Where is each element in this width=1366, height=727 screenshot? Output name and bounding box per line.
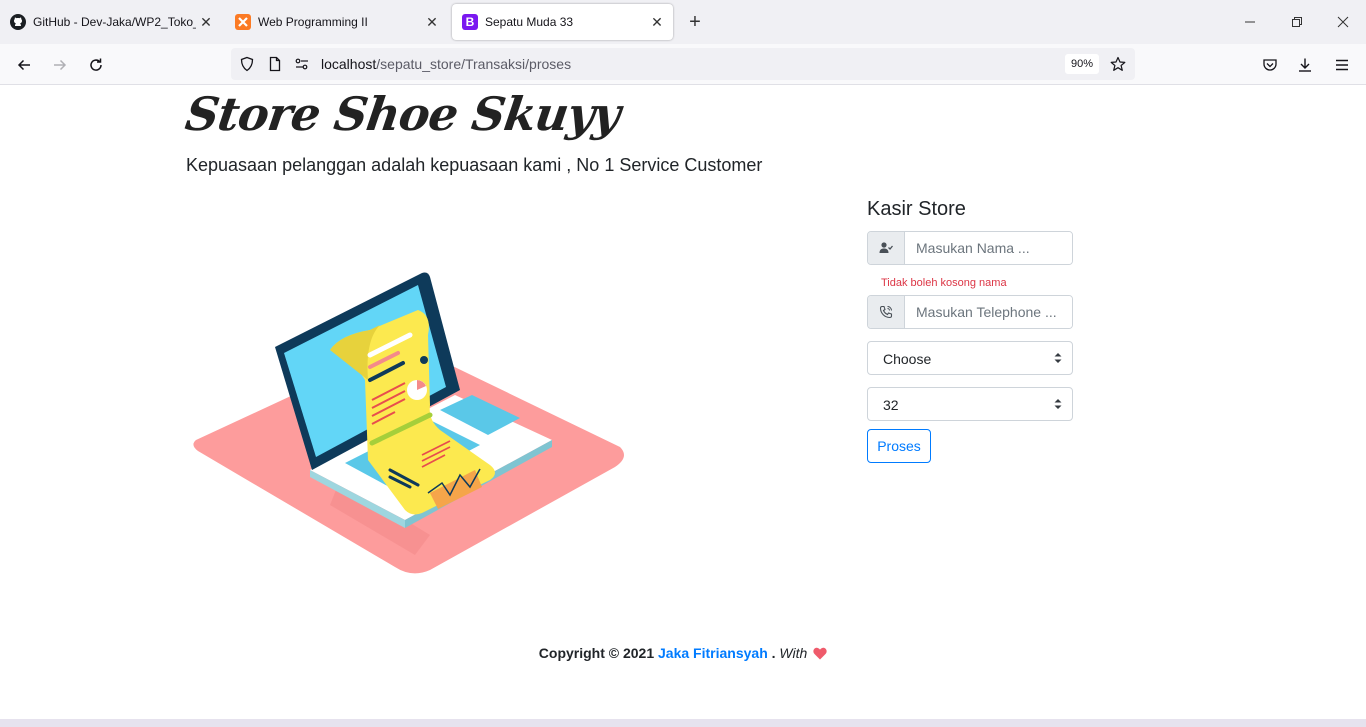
with-text: With — [779, 645, 808, 661]
name-input-group — [867, 231, 1073, 265]
github-icon — [10, 14, 26, 30]
user-check-icon — [868, 232, 905, 264]
proses-button[interactable]: Proses — [867, 429, 931, 463]
page-icon[interactable] — [267, 56, 283, 72]
tab-github[interactable]: GitHub - Dev-Jaka/WP2_Toko_s ✕ — [0, 4, 222, 40]
tab-title: GitHub - Dev-Jaka/WP2_Toko_s — [33, 15, 196, 29]
xampp-icon — [235, 14, 251, 30]
heart-icon — [813, 647, 827, 660]
footer-dot: . — [771, 645, 776, 661]
url-host: localhost — [321, 56, 377, 72]
phone-icon — [868, 296, 905, 328]
download-icon[interactable] — [1293, 53, 1317, 77]
tab-title: Web Programming II — [258, 15, 368, 29]
browser-nav-bar: localhost/sepatu_store/Transaksi/proses … — [0, 44, 1366, 85]
page-content: Store Shoe Skuyy Kepuasaan pelanggan ada… — [0, 85, 1366, 727]
select-caret-icon — [1054, 399, 1062, 409]
back-icon[interactable] — [12, 53, 36, 77]
forward-icon[interactable] — [48, 53, 72, 77]
close-tab-icon[interactable]: ✕ — [196, 12, 216, 32]
minimize-icon[interactable] — [1240, 12, 1260, 32]
size-select[interactable]: 32 — [867, 387, 1073, 421]
tagline: Kepuasaan pelanggan adalah kepuasaan kam… — [186, 155, 763, 175]
permissions-icon[interactable] — [294, 56, 310, 72]
zoom-level[interactable]: 90% — [1065, 54, 1100, 74]
kasir-form: Kasir Store Tidak boleh kosong nama Choo… — [867, 198, 1073, 463]
phone-input[interactable] — [905, 296, 1072, 328]
bottom-strip — [0, 719, 1366, 727]
reload-icon[interactable] — [84, 53, 108, 77]
pocket-icon[interactable] — [1258, 53, 1282, 77]
restore-icon[interactable] — [1287, 12, 1307, 32]
bootstrap-icon: B — [462, 14, 478, 30]
close-window-icon[interactable] — [1333, 12, 1353, 32]
tab-web-programming[interactable]: Web Programming II ✕ — [225, 4, 448, 40]
menu-icon[interactable] — [1330, 53, 1354, 77]
shoe-select[interactable]: Choose — [867, 341, 1073, 375]
shoe-select-value: Choose — [883, 351, 932, 367]
close-tab-icon[interactable]: ✕ — [422, 12, 442, 32]
bookmark-star-icon[interactable] — [1110, 56, 1126, 72]
tab-title: Sepatu Muda 33 — [485, 15, 574, 29]
close-tab-icon[interactable]: ✕ — [647, 12, 667, 32]
size-select-value: 32 — [883, 397, 899, 413]
name-error-message: Tidak boleh kosong nama — [881, 277, 1007, 289]
url-bar[interactable]: localhost/sepatu_store/Transaksi/proses … — [231, 48, 1135, 80]
shield-icon[interactable] — [239, 56, 255, 72]
form-title: Kasir Store — [867, 198, 966, 220]
brand-title: Store Shoe Skuyy — [182, 87, 624, 141]
tab-sepatu-muda[interactable]: B Sepatu Muda 33 ✕ — [452, 4, 673, 40]
browser-tab-bar: GitHub - Dev-Jaka/WP2_Toko_s ✕ Web Progr… — [0, 0, 1366, 44]
laptop-receipt-illustration — [193, 272, 624, 574]
footer: Copyright © 2021 Jaka Fitriansyah . With — [0, 645, 1366, 661]
phone-input-group — [867, 295, 1073, 329]
url-text[interactable]: localhost/sepatu_store/Transaksi/proses — [321, 56, 571, 72]
copyright-text: Copyright © 2021 — [538, 645, 655, 661]
url-path: /sepatu_store/Transaksi/proses — [376, 56, 572, 72]
author-link[interactable]: Jaka Fitriansyah — [658, 645, 768, 661]
new-tab-icon[interactable]: + — [683, 11, 707, 35]
name-input[interactable] — [905, 232, 1072, 264]
select-caret-icon — [1054, 353, 1062, 363]
